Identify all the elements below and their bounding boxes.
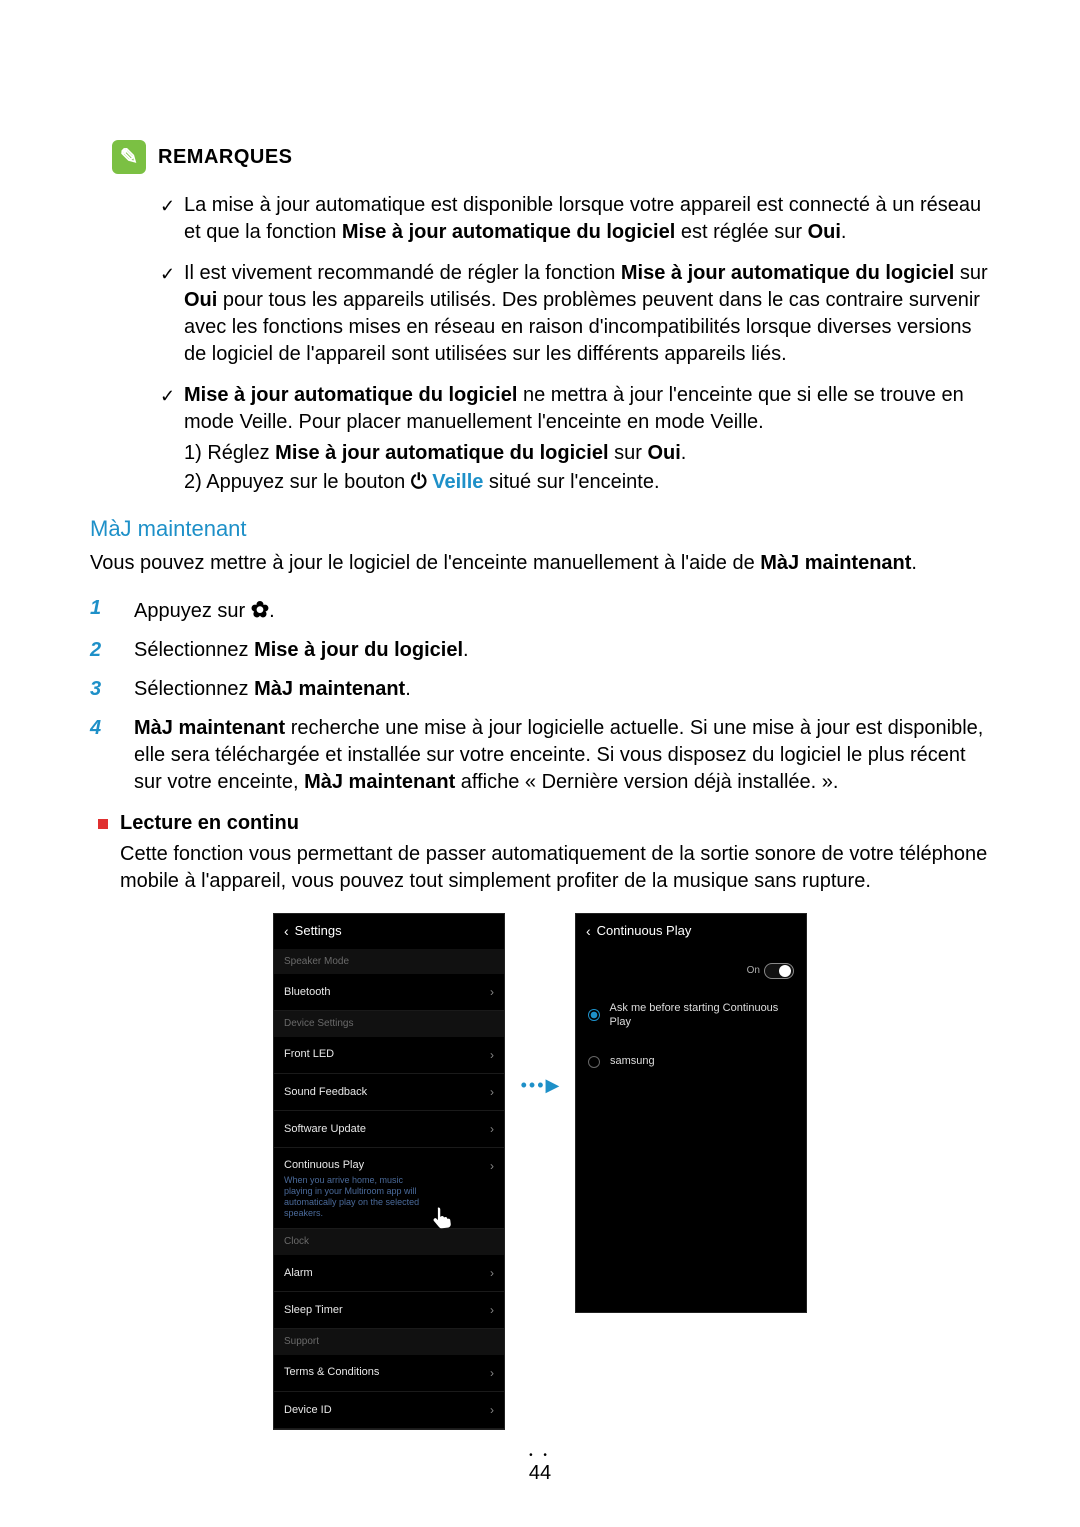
power-icon: ⏻ [411, 471, 432, 493]
section-device-settings: Device Settings [274, 1011, 504, 1037]
section-clock: Clock [274, 1229, 504, 1255]
row-bluetooth[interactable]: Bluetooth› [274, 974, 504, 1011]
notes-icon [112, 140, 146, 174]
section-support: Support [274, 1329, 504, 1355]
note-item: La mise à jour automatique est disponibl… [160, 192, 990, 246]
steps-list: Appuyez sur ✿. Sélectionnez Mise à jour … [90, 595, 990, 796]
row-front-led[interactable]: Front LED› [274, 1037, 504, 1074]
screenshot-continuous-play: ‹ Continuous Play On Ask me before start… [575, 913, 807, 1313]
step-4: MàJ maintenant recherche une mise à jour… [90, 715, 990, 796]
hand-pointer-icon [428, 1204, 456, 1232]
row-software-update[interactable]: Software Update› [274, 1111, 504, 1148]
chevron-right-icon: › [490, 1121, 494, 1137]
section-speaker-mode: Speaker Mode [274, 949, 504, 975]
note-substep-2: 2) Appuyez sur le bouton ⏻ Veille situé … [184, 469, 990, 496]
standby-label: Veille [432, 471, 483, 493]
chevron-right-icon: › [490, 1047, 494, 1063]
chevron-right-icon: › [490, 1084, 494, 1100]
note-substep-1: 1) Réglez Mise à jour automatique du log… [184, 440, 990, 467]
phone1-header[interactable]: ‹ Settings [274, 914, 504, 949]
row-alarm[interactable]: Alarm› [274, 1255, 504, 1292]
chevron-right-icon: › [490, 1302, 494, 1318]
chevron-right-icon: › [490, 1365, 494, 1381]
bullet-continuous-play: Lecture en continu [98, 810, 990, 837]
step-1: Appuyez sur ✿. [90, 595, 990, 625]
notes-heading: REMARQUES [158, 144, 293, 171]
row-continuous-play[interactable]: Continuous Play When you arrive home, mu… [274, 1148, 504, 1229]
radio-off-icon [588, 1056, 600, 1068]
chevron-right-icon: › [490, 1265, 494, 1281]
screenshot-settings: ‹ Settings Speaker Mode Bluetooth› Devic… [273, 913, 505, 1430]
step-3: Sélectionnez MàJ maintenant. [90, 676, 990, 703]
red-bullet-icon [98, 819, 108, 829]
row-sleep-timer[interactable]: Sleep Timer› [274, 1292, 504, 1329]
note-item: Il est vivement recommandé de régler la … [160, 260, 990, 368]
toggle-label-on: On [747, 964, 760, 978]
transition-arrow: •••▶ [505, 1073, 575, 1097]
section-intro: Vous pouvez mettre à jour le logiciel de… [90, 550, 990, 577]
section-title-update-now: MàJ maintenant [90, 514, 990, 544]
back-icon[interactable]: ‹ [586, 922, 591, 941]
row-terms[interactable]: Terms & Conditions› [274, 1355, 504, 1392]
row-sound-feedback[interactable]: Sound Feedback› [274, 1074, 504, 1111]
bullet-body: Cette fonction vous permettant de passer… [120, 841, 990, 895]
continuous-play-toggle[interactable] [764, 963, 794, 979]
option-ask-before[interactable]: Ask me before starting Continuous Play [576, 989, 806, 1043]
step-2: Sélectionnez Mise à jour du logiciel. [90, 637, 990, 664]
notes-list: La mise à jour automatique est disponibl… [90, 192, 990, 496]
radio-on-icon [588, 1009, 600, 1021]
chevron-right-icon: › [490, 1158, 494, 1174]
back-icon[interactable]: ‹ [284, 922, 289, 941]
chevron-right-icon: › [490, 984, 494, 1000]
chevron-right-icon: › [490, 1402, 494, 1418]
option-samsung[interactable]: samsung [576, 1042, 806, 1081]
phone2-header[interactable]: ‹ Continuous Play [576, 914, 806, 949]
row-continuous-play-sub: When you arrive home, music playing in y… [284, 1175, 434, 1218]
page-number: • • 44 [0, 1449, 1080, 1488]
row-device-id[interactable]: Device ID› [274, 1392, 504, 1429]
gear-icon: ✿ [251, 597, 269, 622]
note-item: Mise à jour automatique du logiciel ne m… [160, 382, 990, 496]
